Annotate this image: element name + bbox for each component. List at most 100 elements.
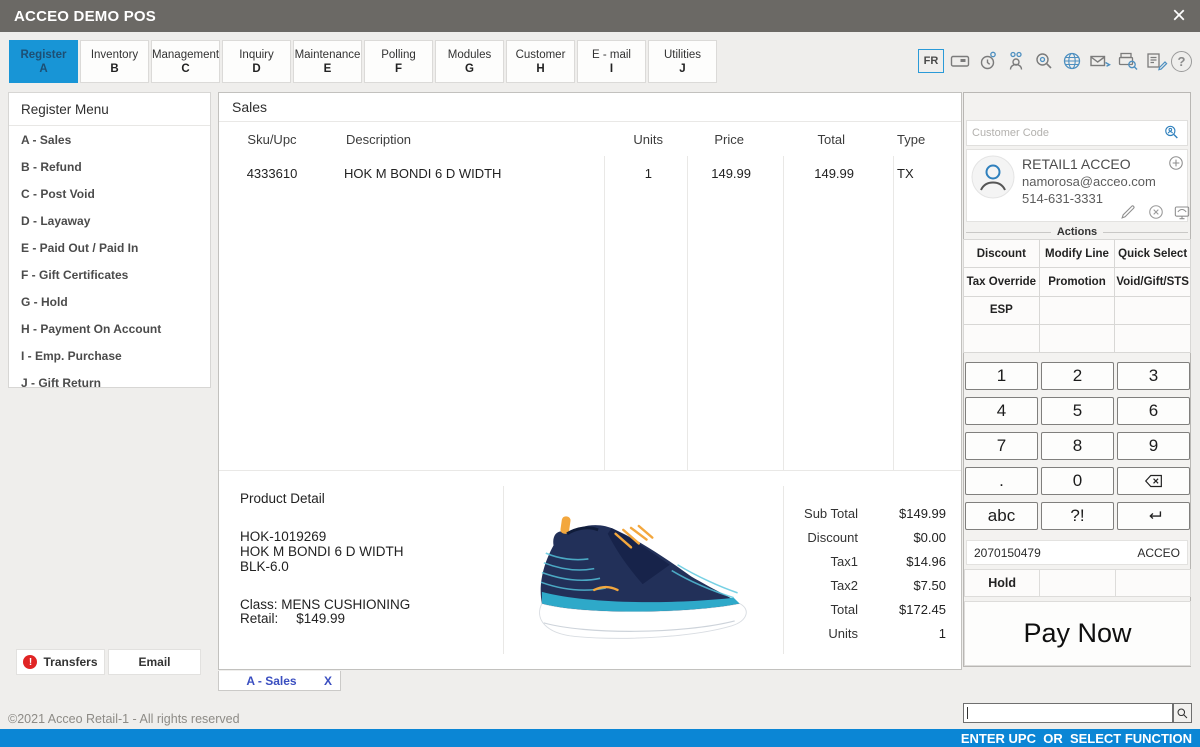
numpad-key-4[interactable]: 4 (965, 397, 1038, 425)
help-icon[interactable]: ? (1171, 51, 1192, 72)
numpad-key-7[interactable]: 7 (965, 432, 1038, 460)
tab-register[interactable]: RegisterA (9, 40, 78, 83)
status-bar: ENTER UPC OR SELECT FUNCTION (0, 729, 1200, 747)
numpad-key-6[interactable]: 6 (1117, 397, 1190, 425)
abc-key[interactable]: abc (965, 502, 1038, 530)
tax1-label: Tax1 (786, 554, 858, 569)
sidebar-item-emp-purchase[interactable]: I - Emp. Purchase (9, 342, 210, 369)
void-gift-sts-button[interactable]: Void/Gift/STS (1115, 268, 1190, 295)
row-type[interactable]: TX (897, 166, 914, 181)
hold-button[interactable]: Hold (965, 570, 1039, 596)
upc-search-button[interactable] (1173, 703, 1192, 723)
tab-inventory[interactable]: InventoryB (80, 40, 149, 83)
transaction-tab-close-icon[interactable]: X (324, 674, 340, 688)
sidebar-item-refund[interactable]: B - Refund (9, 153, 210, 180)
add-customer-icon[interactable] (1166, 153, 1186, 173)
search-settings-icon[interactable] (1031, 48, 1056, 74)
esp-button[interactable]: ESP (964, 297, 1039, 324)
divider (219, 470, 961, 471)
numpad-key-0[interactable]: 0 (1041, 467, 1114, 495)
numpad-key-8[interactable]: 8 (1041, 432, 1114, 460)
row-sku[interactable]: 4333610 (228, 166, 316, 181)
tab-utilities[interactable]: UtilitiesJ (648, 40, 717, 83)
register-menu-title: Register Menu (9, 93, 210, 126)
discount-value: $0.00 (864, 530, 946, 545)
remove-customer-icon[interactable] (1146, 202, 1166, 222)
pos-window: ACCEO DEMO POS × RegisterA InventoryB Ma… (0, 0, 1200, 747)
close-icon[interactable]: × (1172, 6, 1186, 26)
symbols-key[interactable]: ?! (1041, 502, 1114, 530)
sidebar-item-payment-on-account[interactable]: H - Payment On Account (9, 315, 210, 342)
actions-title: Actions (1057, 226, 1097, 238)
sidebar-item-sales[interactable]: A - Sales (9, 126, 210, 153)
upc-input[interactable] (963, 703, 1173, 723)
row-description[interactable]: HOK M BONDI 6 D WIDTH (344, 166, 501, 181)
tab-management[interactable]: ManagementC (151, 40, 220, 83)
register-id-strip: 2070150479 ACCEO (966, 540, 1188, 565)
row-units[interactable]: 1 (552, 166, 652, 181)
alert-icon: ! (23, 655, 37, 669)
tax1-value: $14.96 (864, 554, 946, 569)
modify-line-button[interactable]: Modify Line (1040, 240, 1115, 267)
toolbar-icons: FR ? (914, 46, 1192, 76)
titlebar: ACCEO DEMO POS × (0, 0, 1200, 32)
tab-modules[interactable]: ModulesG (435, 40, 504, 83)
tab-inquiry[interactable]: InquiryD (222, 40, 291, 83)
divider (503, 486, 504, 654)
empty-hold-cell (1116, 570, 1190, 596)
sidebar-item-layaway[interactable]: D - Layaway (9, 207, 210, 234)
pay-now-button[interactable]: Pay Now (964, 601, 1191, 666)
email-button[interactable]: Email (108, 649, 201, 675)
numpad-key-3[interactable]: 3 (1117, 362, 1190, 390)
numpad-key-9[interactable]: 9 (1117, 432, 1190, 460)
tab-maintenance[interactable]: MaintenanceE (293, 40, 362, 83)
user-settings-icon[interactable] (1003, 48, 1028, 74)
row-total[interactable]: 149.99 (754, 166, 854, 181)
customer-display-icon[interactable] (1172, 202, 1192, 222)
column-header-total: Total (745, 132, 845, 147)
open-transaction-tab[interactable]: A - Sales X (218, 671, 341, 691)
customer-search-icon[interactable] (1162, 123, 1182, 143)
sales-panel-title: Sales (232, 99, 267, 115)
sidebar-item-gift-return[interactable]: J - Gift Return (9, 369, 210, 396)
sidebar-item-hold[interactable]: G - Hold (9, 288, 210, 315)
numpad-key-decimal[interactable]: . (965, 467, 1038, 495)
backspace-icon (1143, 470, 1165, 492)
divider (893, 156, 894, 470)
discount-button[interactable]: Discount (964, 240, 1039, 267)
cash-drawer-icon[interactable] (947, 48, 972, 74)
clock-icon[interactable] (975, 48, 1000, 74)
register-store: ACCEO (1137, 546, 1180, 560)
row-price[interactable]: 149.99 (651, 166, 751, 181)
numpad-key-2[interactable]: 2 (1041, 362, 1114, 390)
globe-icon[interactable] (1059, 48, 1084, 74)
divider (604, 156, 605, 470)
tab-polling[interactable]: PollingF (364, 40, 433, 83)
product-variant: BLK-6.0 (240, 559, 289, 574)
language-toggle[interactable]: FR (918, 49, 944, 73)
tab-email[interactable]: E - mailI (577, 40, 646, 83)
customer-phone: 514-631-3331 (1022, 191, 1103, 206)
sidebar-item-gift-certificates[interactable]: F - Gift Certificates (9, 261, 210, 288)
edit-customer-icon[interactable] (1118, 202, 1138, 222)
enter-key[interactable] (1117, 502, 1190, 530)
customer-code-input[interactable]: Customer Code (966, 120, 1188, 146)
empty-action-cell (964, 325, 1039, 352)
receipt-edit-icon[interactable] (1143, 48, 1168, 74)
transfers-button[interactable]: ! Transfers (16, 649, 105, 675)
empty-action-cell (1115, 297, 1190, 324)
sidebar-item-post-void[interactable]: C - Post Void (9, 180, 210, 207)
backspace-key[interactable] (1117, 467, 1190, 495)
tax-override-button[interactable]: Tax Override (964, 268, 1039, 295)
email-icon[interactable] (1087, 48, 1112, 74)
quick-select-button[interactable]: Quick Select (1115, 240, 1190, 267)
units-value: 1 (864, 626, 946, 641)
numpad-key-1[interactable]: 1 (965, 362, 1038, 390)
promotion-button[interactable]: Promotion (1040, 268, 1115, 295)
sidebar-item-paid-out-in[interactable]: E - Paid Out / Paid In (9, 234, 210, 261)
print-search-icon[interactable] (1115, 48, 1140, 74)
tab-customer[interactable]: CustomerH (506, 40, 575, 83)
column-header-type: Type (897, 132, 925, 147)
divider (1103, 232, 1188, 233)
numpad-key-5[interactable]: 5 (1041, 397, 1114, 425)
